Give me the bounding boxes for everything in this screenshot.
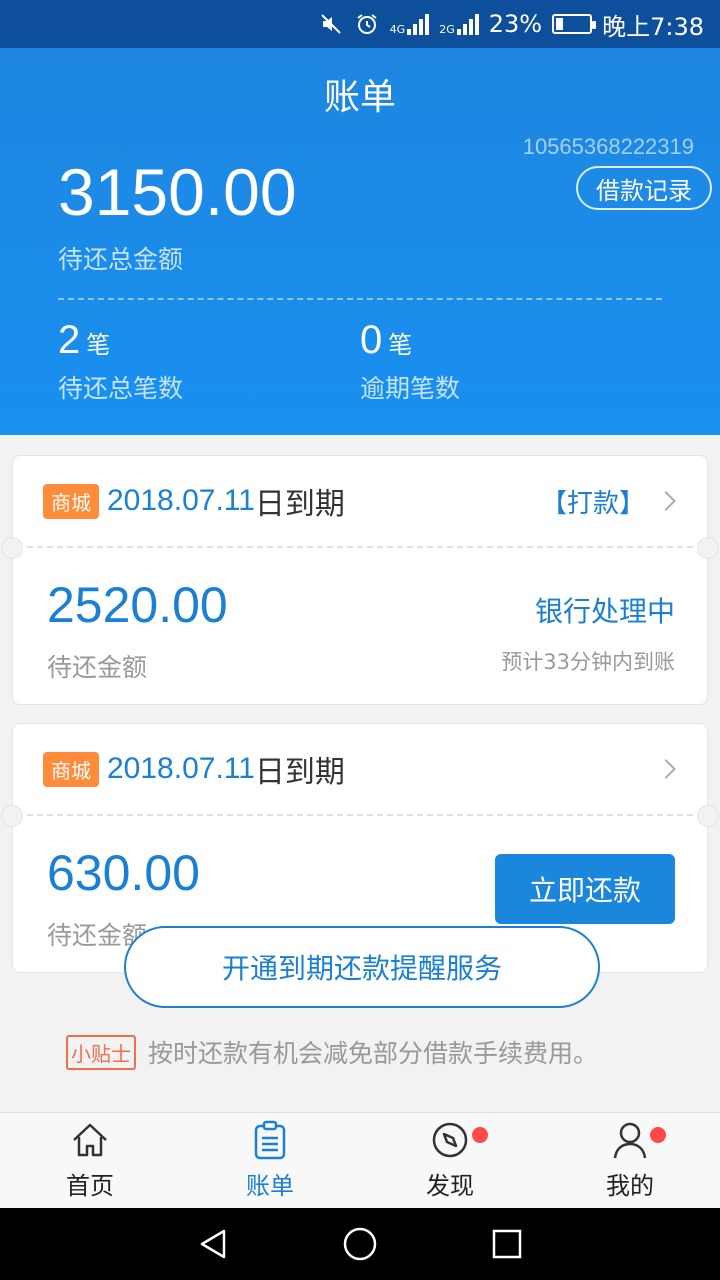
signal-4g-icon: 4G: [390, 13, 430, 35]
overdue-count: 0: [360, 318, 383, 362]
bill-card-header[interactable]: 商城 2018.07.11 日到期: [13, 724, 707, 814]
battery-icon: [552, 14, 597, 34]
tab-discover[interactable]: 发现: [360, 1113, 540, 1209]
pending-count-label: 待还总笔数: [58, 374, 184, 403]
tip-text: 按时还款有机会减免部分借款手续费用。: [148, 1039, 599, 1068]
bill-card-header[interactable]: 商城 2018.07.11 日到期 【打款】: [13, 456, 707, 546]
bill-card[interactable]: 商城 2018.07.11 日到期 【打款】 2520.00 待还金额 银行处理…: [1, 455, 719, 705]
mall-tag: 商城: [43, 483, 99, 519]
mall-tag: 商城: [43, 751, 99, 787]
arrival-eta: 预计33分钟内到账: [501, 650, 675, 674]
account-id: 10565368222319: [522, 134, 694, 159]
clock: 晚上7:38: [602, 12, 704, 41]
tab-discover-label: 发现: [426, 1172, 474, 1200]
battery-percent: 23%: [488, 10, 543, 38]
chevron-right-icon: [656, 759, 676, 779]
chevron-right-icon: [656, 491, 676, 511]
compass-icon: [428, 1118, 472, 1162]
network-2g-label: 2G: [439, 23, 455, 36]
tab-me[interactable]: 我的: [540, 1113, 720, 1209]
tip-tag: 小贴士: [66, 1034, 136, 1070]
tip: 小贴士 按时还款有机会减免部分借款手续费用。: [66, 1034, 598, 1070]
total-amount-label: 待还总金额: [58, 245, 184, 274]
me-badge: [650, 1127, 666, 1143]
tab-bill-label: 账单: [246, 1172, 294, 1200]
bill-summary-header: 账单 10565368222319 借款记录 3150.00 待还总金额 2笔 …: [0, 48, 720, 435]
tab-home[interactable]: 首页: [0, 1113, 180, 1209]
bottom-tab-bar: 首页 账单 发现 我的: [0, 1112, 720, 1208]
discover-badge: [472, 1127, 488, 1143]
status-bar: 4G 2G 23% 晚上7:38: [0, 0, 720, 48]
payout-link[interactable]: 【打款】: [541, 483, 645, 520]
tab-me-label: 我的: [606, 1172, 654, 1200]
mute-icon: [318, 11, 344, 37]
signal-2g-icon: 2G: [439, 13, 479, 35]
due-date: 2018.07.11: [107, 752, 255, 785]
enable-reminder-button[interactable]: 开通到期还款提醒服务: [124, 926, 600, 1008]
bill-amount-label: 待还金额: [47, 653, 148, 682]
network-4g-label: 4G: [389, 23, 406, 36]
loan-record-button[interactable]: 借款记录: [576, 166, 712, 210]
tab-bill[interactable]: 账单: [180, 1113, 360, 1209]
repay-now-button[interactable]: 立即还款: [495, 854, 675, 924]
overdue-count-unit: 笔: [388, 331, 413, 359]
due-suffix: 日到期: [254, 755, 345, 790]
pending-count: 2: [58, 318, 81, 362]
recents-icon[interactable]: [487, 1224, 527, 1264]
pending-count-stat: 2笔 待还总笔数: [58, 318, 183, 405]
page-title: 账单: [323, 77, 396, 118]
user-icon: [608, 1118, 652, 1162]
pending-count-unit: 笔: [86, 331, 111, 359]
due-suffix: 日到期: [254, 487, 345, 522]
due-date: 2018.07.11: [107, 484, 255, 517]
back-icon[interactable]: [193, 1224, 233, 1264]
alarm-icon: [354, 11, 380, 37]
home-circle-icon[interactable]: [340, 1224, 380, 1264]
tab-home-label: 首页: [66, 1172, 114, 1200]
bill-amount: 630.00: [47, 845, 200, 901]
bill-card-body: 2520.00 待还金额 银行处理中 预计33分钟内到账: [13, 548, 707, 704]
overdue-count-stat: 0笔 逾期笔数: [360, 318, 460, 405]
overdue-count-label: 逾期笔数: [360, 374, 461, 403]
home-icon: [68, 1118, 112, 1162]
system-nav-bar: [0, 1208, 720, 1280]
total-amount: 3150.00: [58, 155, 297, 229]
dashed-divider: [58, 298, 662, 300]
bill-amount: 2520.00: [47, 577, 228, 633]
bill-icon: [248, 1118, 292, 1162]
bank-processing-status: 银行处理中: [534, 595, 675, 628]
